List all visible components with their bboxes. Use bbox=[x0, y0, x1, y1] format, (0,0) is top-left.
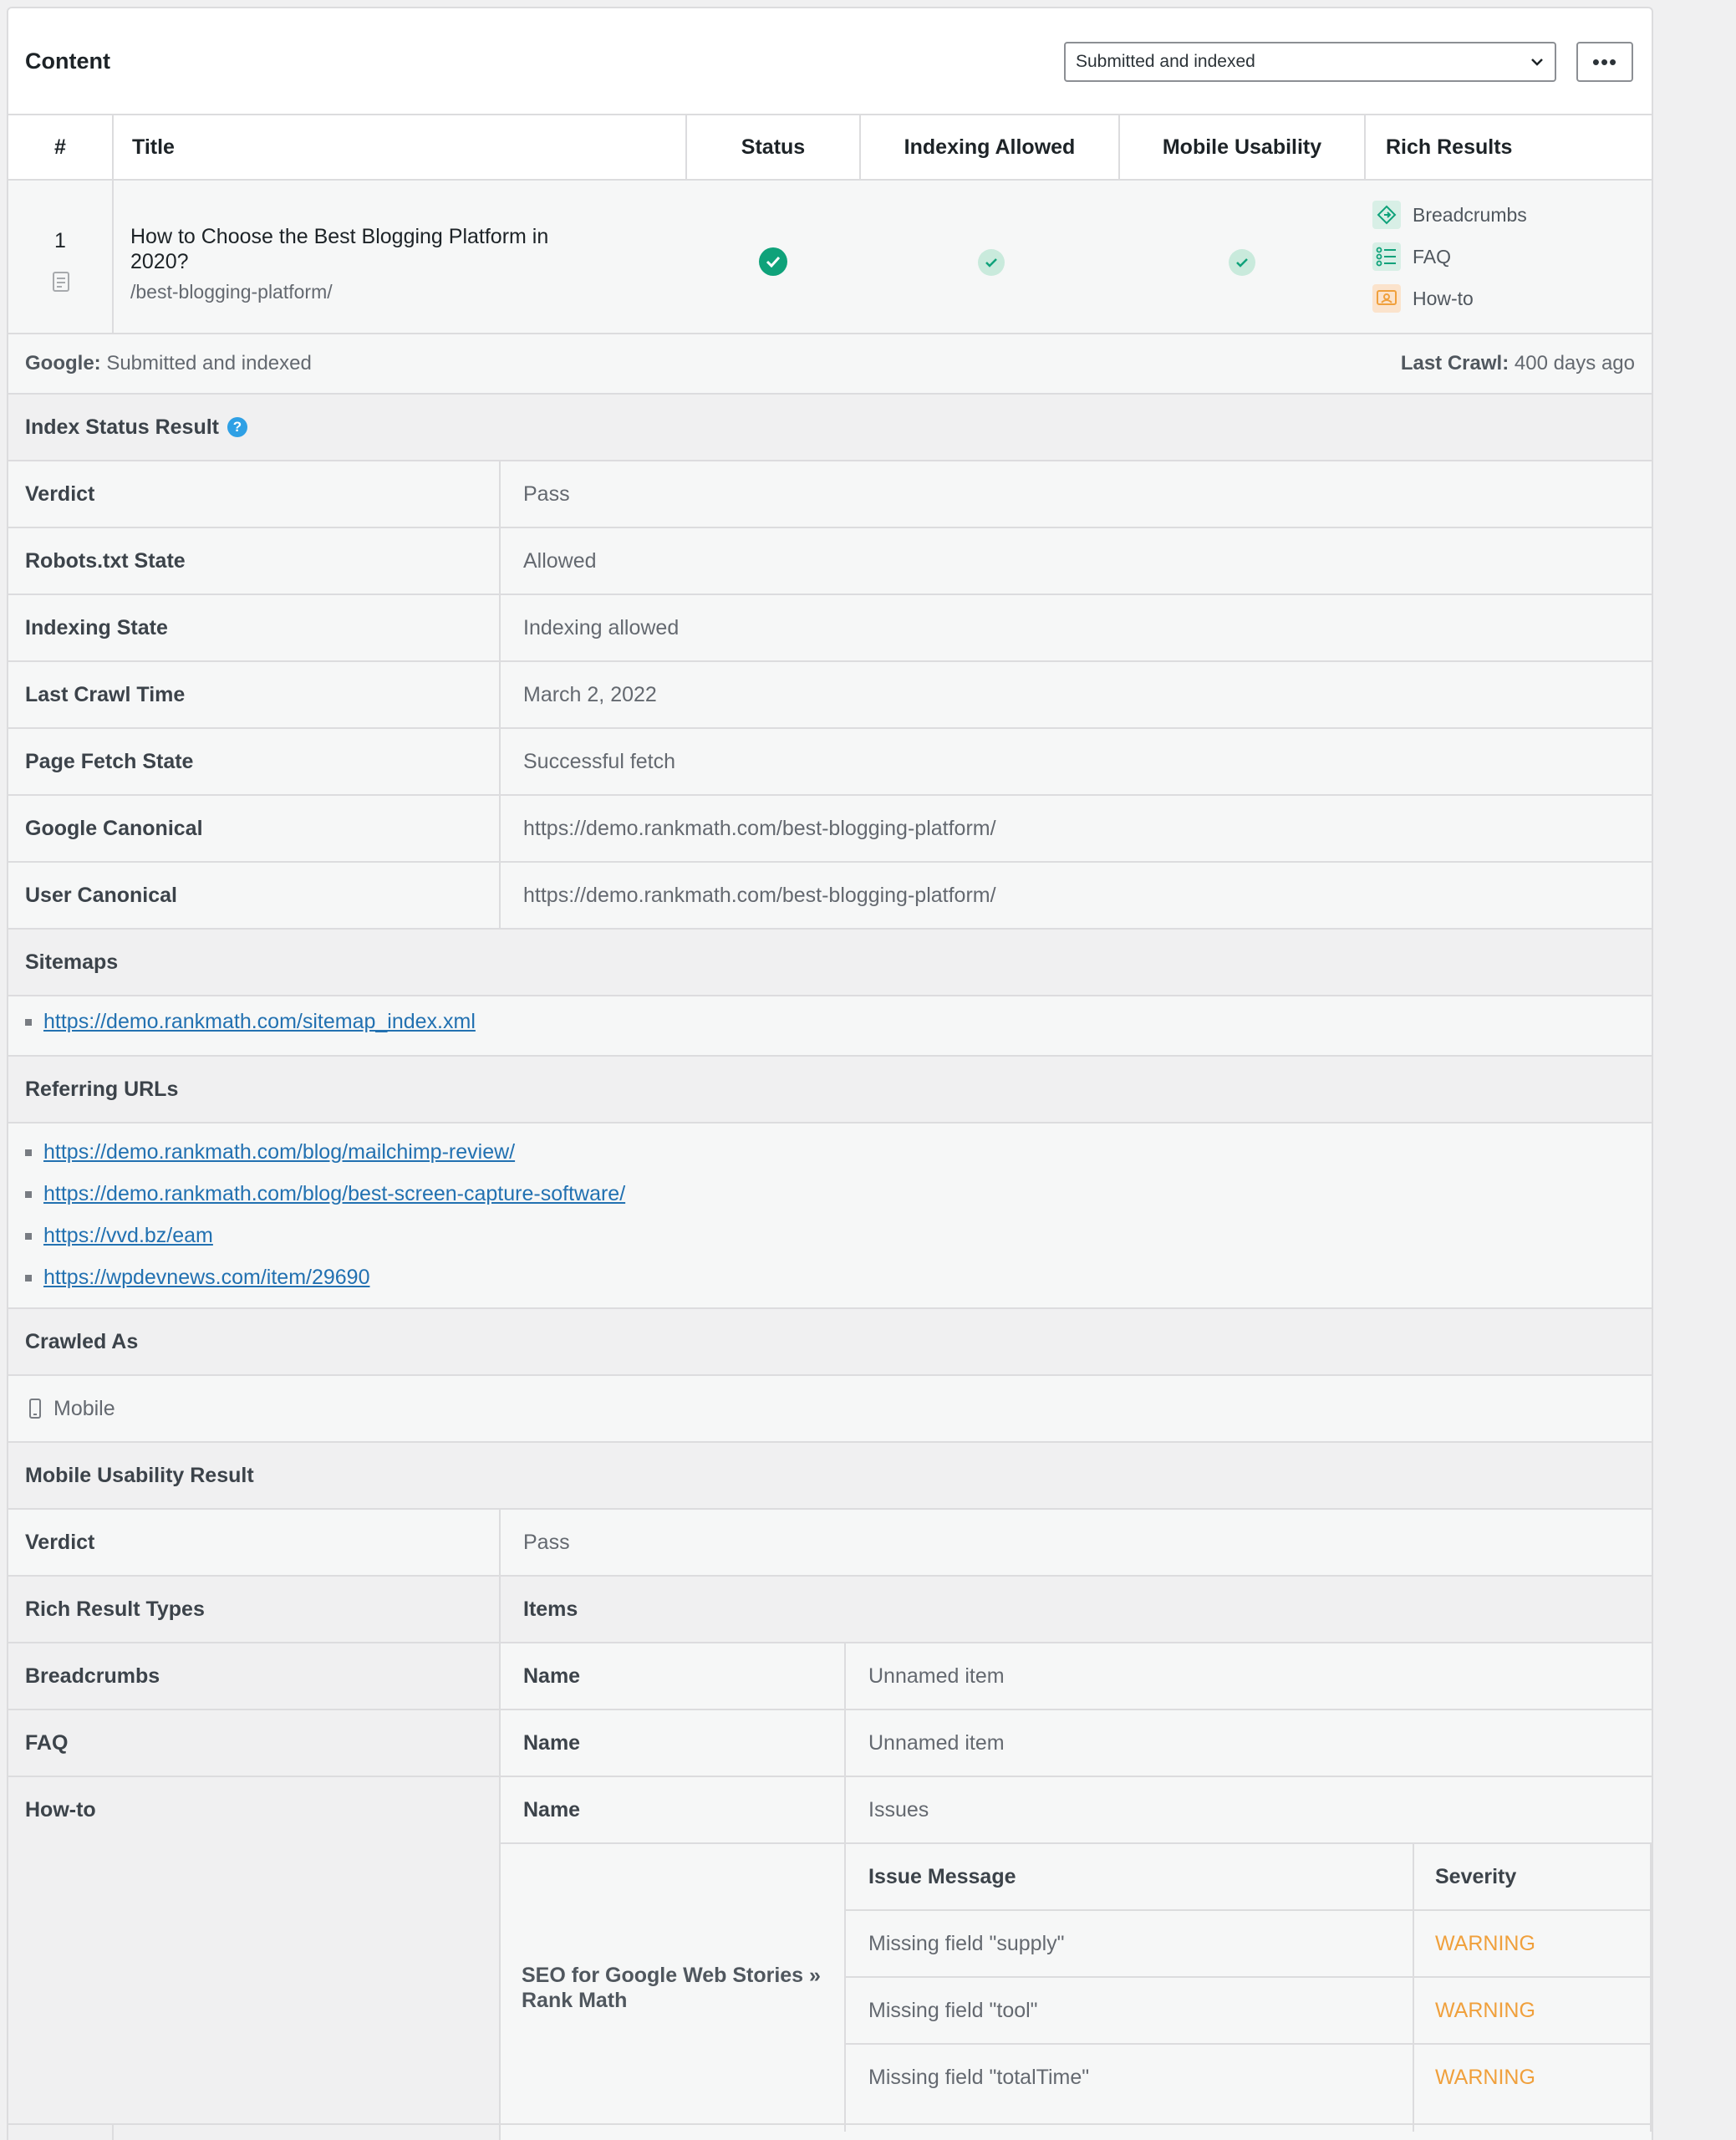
howto-icon bbox=[1372, 284, 1401, 313]
crawled-as-value: Mobile bbox=[53, 1396, 115, 1420]
row-number: 1 bbox=[54, 228, 66, 252]
referring-urls-header: Referring URLs bbox=[8, 1057, 1652, 1124]
status-check-icon bbox=[759, 247, 787, 276]
col-status[interactable]: Status bbox=[687, 115, 861, 179]
col-title[interactable]: Title bbox=[114, 115, 687, 179]
sitemaps-list: https://demo.rankmath.com/sitemap_index.… bbox=[8, 996, 1652, 1057]
sitemaps-header: Sitemaps bbox=[8, 930, 1652, 996]
table-row: 1 How to Choose the Best Blogging Platfo… bbox=[8, 181, 1652, 334]
indexing-allowed-check-icon bbox=[978, 249, 1005, 276]
list-icon bbox=[1372, 242, 1401, 271]
col-rich-results: Rich Results bbox=[1386, 135, 1513, 159]
list-item: https://demo.rankmath.com/sitemap_index.… bbox=[25, 1010, 476, 1034]
sitemap-link[interactable]: https://demo.rankmath.com/sitemap_index.… bbox=[43, 1010, 476, 1034]
crawled-as-header: Crawled As bbox=[8, 1309, 1652, 1376]
col-number: # bbox=[8, 115, 114, 179]
referring-link[interactable]: https://wpdevnews.com/item/29690 bbox=[43, 1266, 369, 1290]
panel-title: Content bbox=[25, 48, 110, 74]
referring-urls-list: https://demo.rankmath.com/blog/mailchimp… bbox=[8, 1124, 1652, 1309]
google-label: Google: bbox=[25, 352, 101, 374]
list-item: https://vvd.bz/eam bbox=[25, 1224, 213, 1248]
mobile-verdict-row: Verdict Pass bbox=[8, 1510, 1652, 1577]
rich-types-header: Rich Result Types Items bbox=[8, 1577, 1652, 1643]
index-row-fetch-state: Page Fetch State Successful fetch bbox=[8, 729, 1652, 796]
list-item: https://demo.rankmath.com/blog/best-scre… bbox=[25, 1182, 625, 1206]
rich-result-howto: How-to bbox=[1372, 284, 1474, 313]
rich-result-breadcrumbs: Breadcrumbs bbox=[1372, 201, 1527, 229]
index-row-user-canonical: User Canonical https://demo.rankmath.com/… bbox=[8, 863, 1652, 930]
help-icon[interactable]: ? bbox=[227, 417, 247, 437]
post-title-link[interactable]: How to Choose the Best Blogging Platform… bbox=[130, 224, 565, 274]
mobile-usability-header: Mobile Usability Result bbox=[8, 1443, 1652, 1510]
content-panel: Content Submitted and indexed ••• # Titl… bbox=[7, 7, 1653, 2140]
index-row-last-crawl: Last Crawl Time March 2, 2022 bbox=[8, 662, 1652, 729]
issues-header-row: Issue Message Severity bbox=[846, 1844, 1650, 1911]
last-crawl-label: Last Crawl: bbox=[1400, 352, 1509, 374]
panel-header: Content Submitted and indexed ••• bbox=[8, 8, 1652, 115]
table-header: # Title Status Indexing Allowed Mobile U… bbox=[8, 115, 1652, 181]
list-item: https://demo.rankmath.com/blog/mailchimp… bbox=[25, 1140, 515, 1164]
severity-badge: WARNING bbox=[1435, 2065, 1535, 2089]
table-row: Missing field "supply" WARNING bbox=[846, 1911, 1650, 1978]
index-row-google-canonical: Google Canonical https://demo.rankmath.co… bbox=[8, 796, 1652, 863]
google-status: Submitted and indexed bbox=[106, 352, 312, 374]
mobile-phone-icon bbox=[29, 1399, 41, 1419]
howto-item-name: SEO for Google Web Stories » Rank Math bbox=[522, 1964, 821, 2012]
chevron-down-icon bbox=[1531, 59, 1543, 66]
index-row-indexing-state: Indexing State Indexing allowed bbox=[8, 595, 1652, 662]
rich-type-breadcrumbs-row: Breadcrumbs Name Unnamed item bbox=[8, 1643, 1652, 1710]
google-status-line: Google: Submitted and indexed Last Crawl… bbox=[8, 334, 1652, 395]
index-status-header: Index Status Result ? bbox=[8, 395, 1652, 461]
rich-type-howto-row: How-to Name Issues bbox=[8, 1777, 1652, 1844]
post-slug: /best-blogging-platform/ bbox=[130, 281, 333, 303]
col-indexing-allowed[interactable]: Indexing Allowed bbox=[861, 115, 1120, 179]
post-icon bbox=[53, 272, 69, 292]
referring-link[interactable]: https://vvd.bz/eam bbox=[43, 1224, 213, 1248]
table-row: Missing field "totalTime" WARNING bbox=[846, 2045, 1650, 2112]
last-crawl-value: 400 days ago bbox=[1514, 352, 1635, 374]
mobile-usability-check-icon bbox=[1229, 249, 1255, 276]
severity-badge: WARNING bbox=[1435, 1931, 1535, 1955]
list-item: https://wpdevnews.com/item/29690 bbox=[25, 1266, 369, 1290]
breadcrumbs-icon bbox=[1372, 201, 1401, 229]
table-row: Missing field "tool" WARNING bbox=[846, 1978, 1650, 2045]
referring-link[interactable]: https://demo.rankmath.com/blog/best-scre… bbox=[43, 1182, 625, 1206]
rich-type-faq-row: FAQ Name Unnamed item bbox=[8, 1710, 1652, 1777]
rich-result-faq: FAQ bbox=[1372, 242, 1451, 271]
severity-badge: WARNING bbox=[1435, 1998, 1535, 2022]
index-row-verdict: Verdict Pass bbox=[8, 461, 1652, 528]
status-filter-select[interactable]: Submitted and indexed bbox=[1064, 42, 1556, 82]
more-options-button[interactable]: ••• bbox=[1576, 42, 1633, 82]
referring-link[interactable]: https://demo.rankmath.com/blog/mailchimp… bbox=[43, 1140, 515, 1164]
index-row-robots: Robots.txt State Allowed bbox=[8, 528, 1652, 595]
col-mobile-usability[interactable]: Mobile Usability bbox=[1120, 115, 1366, 179]
crawled-as-row: Mobile bbox=[8, 1376, 1652, 1443]
status-filter-value: Submitted and indexed bbox=[1076, 52, 1255, 71]
